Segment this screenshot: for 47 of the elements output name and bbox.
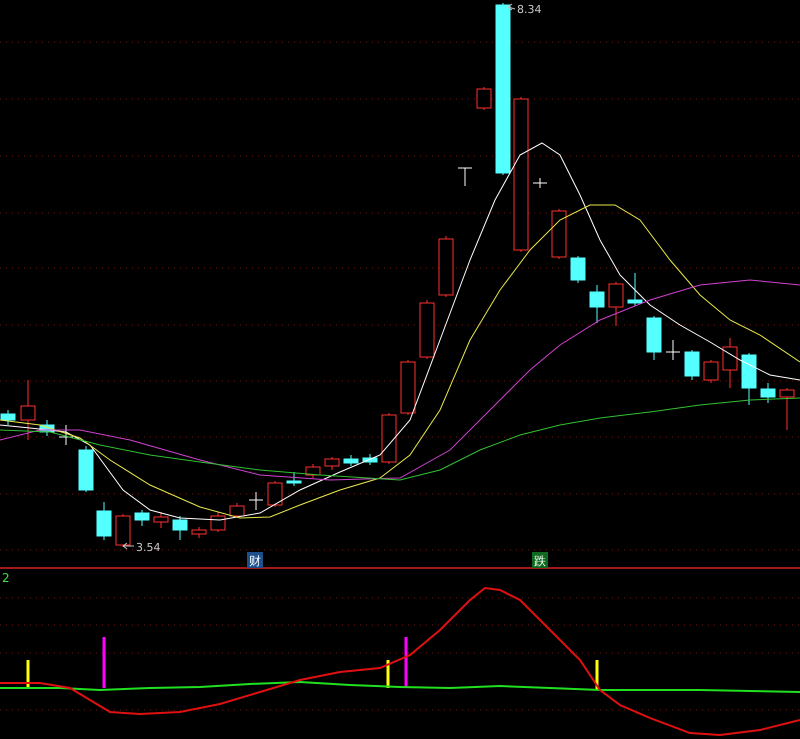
- candlestick: [476, 86, 492, 110]
- leader-arrow: [122, 542, 134, 550]
- signal-marker-text: 财: [249, 554, 261, 568]
- candlestick: [684, 350, 700, 380]
- low-price-label: 3.54: [136, 541, 160, 554]
- candlestick: [344, 454, 358, 466]
- candlestick: [116, 514, 130, 548]
- candlestick: [646, 316, 662, 360]
- candlestick: [590, 284, 604, 324]
- indicator-label: 2: [2, 571, 10, 585]
- candlestick: [306, 464, 320, 478]
- candlestick: [210, 512, 226, 532]
- candlestick: [268, 480, 282, 508]
- candlestick: [154, 512, 168, 528]
- candlestick: [722, 338, 738, 388]
- high-price-label: 8.34: [517, 3, 542, 16]
- candlestick: [666, 340, 680, 360]
- candlestick: [570, 256, 586, 284]
- candlestick: [324, 456, 340, 470]
- candlestick: [40, 420, 54, 436]
- candlestick: [172, 516, 188, 540]
- candlestick: [780, 388, 794, 430]
- candlestick: [0, 410, 16, 426]
- candlestick: [400, 360, 416, 416]
- candlestick: [552, 208, 566, 260]
- candlestick: [134, 510, 150, 526]
- candlestick: [78, 446, 94, 492]
- candlestick: [382, 412, 396, 464]
- candlestick: [230, 502, 244, 518]
- candlestick: [420, 300, 434, 360]
- candlestick: [58, 424, 74, 446]
- candlestick: [742, 352, 756, 406]
- leader-arrow: [508, 4, 516, 10]
- candlestick: [608, 282, 624, 326]
- candlestick: [96, 502, 112, 540]
- candlestick: [704, 360, 718, 384]
- candlestick: [248, 492, 264, 510]
- candlestick: [20, 380, 36, 440]
- candlestick: [192, 526, 206, 538]
- candlestick: [532, 178, 548, 188]
- signal-marker-text: 跌: [534, 554, 546, 568]
- candlestick: [362, 454, 378, 466]
- candlestick: [286, 472, 302, 486]
- candlestick: [458, 168, 472, 186]
- candlestick: [438, 236, 454, 298]
- candlestick: [628, 272, 642, 306]
- candlestick: [760, 382, 776, 404]
